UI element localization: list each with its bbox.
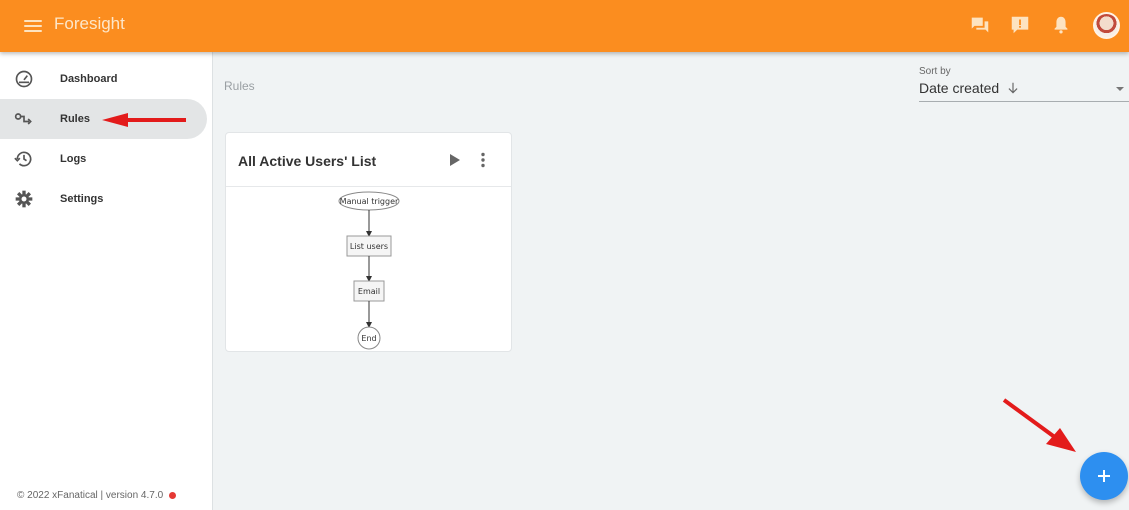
- sidebar-item-rules[interactable]: Rules: [0, 99, 207, 139]
- feedback-icon[interactable]: [969, 14, 991, 36]
- version-text: © 2022 xFanatical | version 4.7.0: [17, 490, 164, 501]
- flow-node-label: List users: [350, 242, 388, 251]
- chevron-down-icon[interactable]: [1116, 87, 1124, 91]
- sidebar: Dashboard Rules Logs Settings © 2022 xFa…: [0, 52, 213, 510]
- add-rule-button[interactable]: [1080, 452, 1128, 500]
- sidebar-item-label: Logs: [60, 153, 87, 165]
- flow-diagram: Manual trigger List users Email End: [338, 191, 400, 350]
- menu-icon[interactable]: [24, 17, 42, 35]
- footer: © 2022 xFanatical | version 4.7.0: [17, 490, 177, 501]
- flow-node-label: Manual trigger: [340, 197, 399, 206]
- sidebar-item-label: Dashboard: [60, 73, 118, 85]
- flow-node-label: Email: [358, 287, 380, 296]
- gear-icon: [15, 190, 33, 208]
- avatar[interactable]: [1093, 12, 1120, 39]
- play-icon[interactable]: [449, 154, 461, 166]
- app-title: Foresight: [54, 14, 125, 33]
- sort-label: Sort by: [919, 66, 951, 77]
- sidebar-item-label: Rules: [60, 113, 90, 125]
- rule-title: All Active Users' List: [238, 153, 377, 169]
- history-icon: [14, 151, 32, 167]
- sidebar-item-settings[interactable]: Settings: [0, 179, 207, 219]
- sort-select[interactable]: Sort by Date created: [919, 66, 1129, 102]
- flow-node-label: End: [361, 334, 376, 343]
- plus-icon: [1098, 470, 1110, 482]
- sidebar-item-dashboard[interactable]: Dashboard: [0, 59, 207, 99]
- dashboard-gauge-icon: [15, 70, 33, 88]
- rules-icon: [14, 113, 32, 125]
- notifications-icon[interactable]: [1050, 14, 1072, 36]
- report-icon[interactable]: [1009, 14, 1031, 36]
- status-indicator: [169, 492, 177, 499]
- breadcrumb: Rules: [224, 79, 255, 93]
- sort-value: Date created: [919, 80, 1000, 96]
- more-vert-icon[interactable]: [478, 152, 488, 168]
- arrow-down-icon[interactable]: [1006, 81, 1020, 95]
- sidebar-item-logs[interactable]: Logs: [0, 139, 207, 179]
- annotation-arrow: [1002, 398, 1076, 452]
- rule-card[interactable]: All Active Users' List Manual trigger Li…: [225, 132, 512, 352]
- app-bar: Foresight: [0, 0, 1129, 52]
- sidebar-item-label: Settings: [60, 193, 104, 205]
